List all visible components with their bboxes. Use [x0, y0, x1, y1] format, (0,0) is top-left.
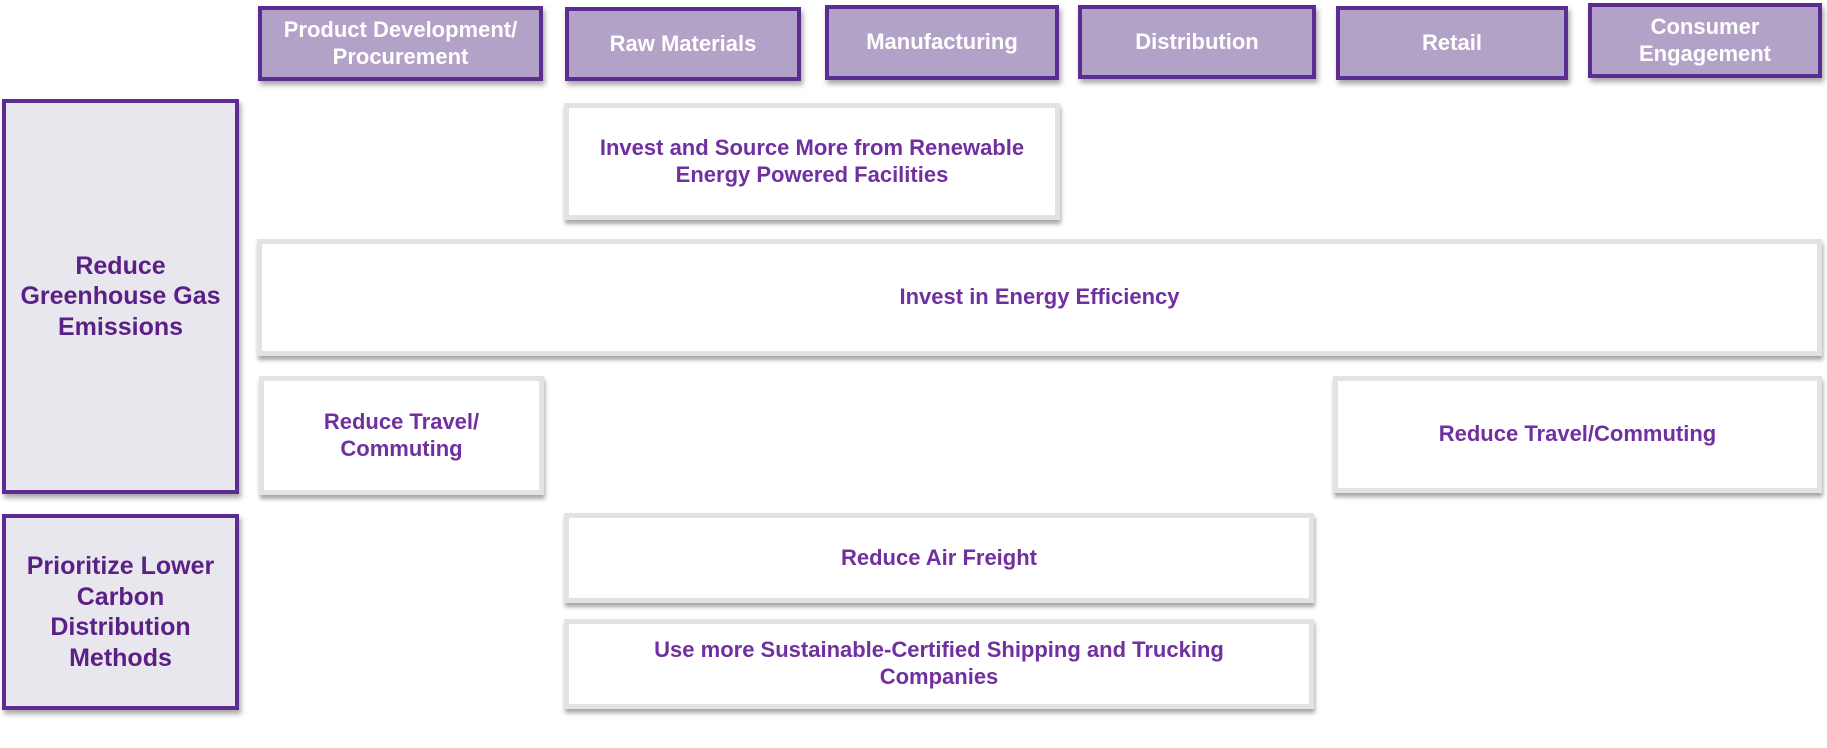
action-label: Reduce Travel/ Commuting [323, 408, 480, 461]
header-raw-materials: Raw Materials [565, 7, 801, 81]
header-label: Product Development/ Procurement [283, 16, 518, 69]
header-label: Retail [1422, 29, 1482, 55]
header-retail: Retail [1336, 6, 1568, 80]
action-energy-efficiency: Invest in Energy Efficiency [257, 239, 1822, 356]
row-reduce-ghg-emissions: Reduce Greenhouse Gas Emissions [2, 99, 239, 494]
header-label: Manufacturing [866, 29, 1018, 55]
header-label: Distribution [1135, 28, 1259, 54]
action-reduce-travel-left: Reduce Travel/ Commuting [259, 376, 544, 495]
header-label: Raw Materials [609, 30, 757, 56]
header-manufacturing: Manufacturing [825, 5, 1059, 80]
header-product-development: Product Development/ Procurement [258, 6, 543, 81]
action-reduce-air-freight: Reduce Air Freight [564, 513, 1314, 603]
header-label: Consumer Engagement [1638, 13, 1772, 66]
action-sustainable-shipping: Use more Sustainable-Certified Shipping … [564, 619, 1314, 709]
header-distribution: Distribution [1078, 5, 1316, 79]
header-consumer-engagement: Consumer Engagement [1588, 3, 1822, 78]
action-label: Reduce Air Freight [841, 544, 1037, 570]
action-renewable-energy: Invest and Source More from Renewable En… [564, 103, 1060, 220]
action-label: Invest in Energy Efficiency [899, 284, 1180, 310]
action-label: Invest and Source More from Renewable En… [599, 134, 1025, 187]
action-label: Reduce Travel/Commuting [1438, 421, 1717, 447]
row-lower-carbon-distribution: Prioritize Lower Carbon Distribution Met… [2, 514, 239, 710]
row-label: Reduce Greenhouse Gas Emissions [20, 251, 221, 341]
action-label: Use more Sustainable-Certified Shipping … [654, 637, 1224, 689]
row-label: Prioritize Lower Carbon Distribution Met… [26, 552, 215, 672]
action-reduce-travel-right: Reduce Travel/Commuting [1333, 376, 1822, 493]
